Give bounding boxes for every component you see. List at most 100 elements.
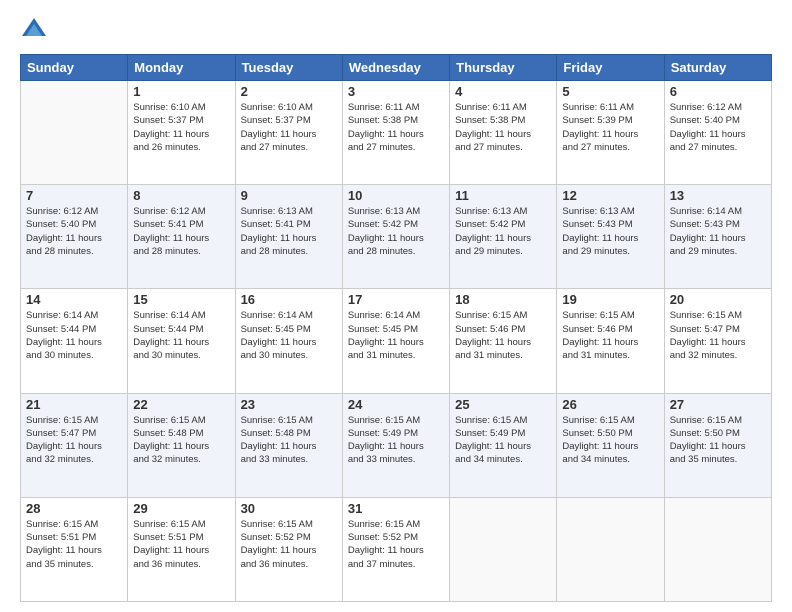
header	[20, 16, 772, 44]
calendar-header-friday: Friday	[557, 55, 664, 81]
day-number: 13	[670, 188, 766, 203]
calendar-cell: 27 Sunrise: 6:15 AM Sunset: 5:50 PM Dayli…	[664, 393, 771, 497]
calendar-header-saturday: Saturday	[664, 55, 771, 81]
calendar-cell: 12 Sunrise: 6:13 AM Sunset: 5:43 PM Dayli…	[557, 185, 664, 289]
calendar-row: 28 Sunrise: 6:15 AM Sunset: 5:51 PM Dayli…	[21, 497, 772, 601]
calendar-header-sunday: Sunday	[21, 55, 128, 81]
day-info: Sunrise: 6:15 AM Sunset: 5:49 PM Dayligh…	[348, 414, 444, 467]
calendar-cell	[664, 497, 771, 601]
day-info: Sunrise: 6:14 AM Sunset: 5:45 PM Dayligh…	[241, 309, 337, 362]
day-number: 25	[455, 397, 551, 412]
day-info: Sunrise: 6:15 AM Sunset: 5:48 PM Dayligh…	[133, 414, 229, 467]
day-info: Sunrise: 6:15 AM Sunset: 5:51 PM Dayligh…	[26, 518, 122, 571]
day-info: Sunrise: 6:15 AM Sunset: 5:46 PM Dayligh…	[455, 309, 551, 362]
day-info: Sunrise: 6:15 AM Sunset: 5:50 PM Dayligh…	[562, 414, 658, 467]
day-number: 9	[241, 188, 337, 203]
calendar-cell: 9 Sunrise: 6:13 AM Sunset: 5:41 PM Daylig…	[235, 185, 342, 289]
day-number: 2	[241, 84, 337, 99]
day-info: Sunrise: 6:12 AM Sunset: 5:41 PM Dayligh…	[133, 205, 229, 258]
calendar-cell: 29 Sunrise: 6:15 AM Sunset: 5:51 PM Dayli…	[128, 497, 235, 601]
calendar-cell: 11Sunrise: 6:13 AM Sunset: 5:42 PM Dayli…	[450, 185, 557, 289]
page: SundayMondayTuesdayWednesdayThursdayFrid…	[0, 0, 792, 612]
day-number: 15	[133, 292, 229, 307]
day-info: Sunrise: 6:11 AM Sunset: 5:38 PM Dayligh…	[455, 101, 551, 154]
day-number: 31	[348, 501, 444, 516]
day-info: Sunrise: 6:14 AM Sunset: 5:45 PM Dayligh…	[348, 309, 444, 362]
logo	[20, 16, 52, 44]
day-info: Sunrise: 6:15 AM Sunset: 5:47 PM Dayligh…	[670, 309, 766, 362]
day-number: 3	[348, 84, 444, 99]
calendar-cell: 7 Sunrise: 6:12 AM Sunset: 5:40 PM Daylig…	[21, 185, 128, 289]
day-info: Sunrise: 6:13 AM Sunset: 5:43 PM Dayligh…	[562, 205, 658, 258]
calendar-cell: 8 Sunrise: 6:12 AM Sunset: 5:41 PM Daylig…	[128, 185, 235, 289]
day-number: 7	[26, 188, 122, 203]
calendar-row: 1 Sunrise: 6:10 AM Sunset: 5:37 PM Daylig…	[21, 81, 772, 185]
calendar-cell: 20 Sunrise: 6:15 AM Sunset: 5:47 PM Dayli…	[664, 289, 771, 393]
calendar-cell: 23Sunrise: 6:15 AM Sunset: 5:48 PM Dayli…	[235, 393, 342, 497]
calendar-cell: 30 Sunrise: 6:15 AM Sunset: 5:52 PM Dayli…	[235, 497, 342, 601]
calendar-cell: 28 Sunrise: 6:15 AM Sunset: 5:51 PM Dayli…	[21, 497, 128, 601]
calendar-row: 14 Sunrise: 6:14 AM Sunset: 5:44 PM Dayli…	[21, 289, 772, 393]
calendar-cell: 14 Sunrise: 6:14 AM Sunset: 5:44 PM Dayli…	[21, 289, 128, 393]
calendar-header-tuesday: Tuesday	[235, 55, 342, 81]
day-number: 28	[26, 501, 122, 516]
calendar-cell: 24 Sunrise: 6:15 AM Sunset: 5:49 PM Dayli…	[342, 393, 449, 497]
calendar-cell	[21, 81, 128, 185]
day-number: 18	[455, 292, 551, 307]
day-number: 22	[133, 397, 229, 412]
calendar-cell: 15Sunrise: 6:14 AM Sunset: 5:44 PM Dayli…	[128, 289, 235, 393]
day-number: 27	[670, 397, 766, 412]
calendar-cell: 13 Sunrise: 6:14 AM Sunset: 5:43 PM Dayli…	[664, 185, 771, 289]
day-number: 24	[348, 397, 444, 412]
day-info: Sunrise: 6:15 AM Sunset: 5:50 PM Dayligh…	[670, 414, 766, 467]
calendar-cell: 4 Sunrise: 6:11 AM Sunset: 5:38 PM Daylig…	[450, 81, 557, 185]
calendar-cell: 21Sunrise: 6:15 AM Sunset: 5:47 PM Dayli…	[21, 393, 128, 497]
day-info: Sunrise: 6:14 AM Sunset: 5:43 PM Dayligh…	[670, 205, 766, 258]
day-info: Sunrise: 6:13 AM Sunset: 5:41 PM Dayligh…	[241, 205, 337, 258]
day-info: Sunrise: 6:12 AM Sunset: 5:40 PM Dayligh…	[26, 205, 122, 258]
day-info: Sunrise: 6:12 AM Sunset: 5:40 PM Dayligh…	[670, 101, 766, 154]
calendar-header-wednesday: Wednesday	[342, 55, 449, 81]
day-info: Sunrise: 6:11 AM Sunset: 5:39 PM Dayligh…	[562, 101, 658, 154]
calendar-cell	[557, 497, 664, 601]
calendar-header-row: SundayMondayTuesdayWednesdayThursdayFrid…	[21, 55, 772, 81]
day-number: 4	[455, 84, 551, 99]
calendar-header-thursday: Thursday	[450, 55, 557, 81]
day-number: 23	[241, 397, 337, 412]
day-info: Sunrise: 6:15 AM Sunset: 5:46 PM Dayligh…	[562, 309, 658, 362]
day-number: 12	[562, 188, 658, 203]
calendar-cell: 16 Sunrise: 6:14 AM Sunset: 5:45 PM Dayli…	[235, 289, 342, 393]
calendar-table: SundayMondayTuesdayWednesdayThursdayFrid…	[20, 54, 772, 602]
calendar-cell: 18 Sunrise: 6:15 AM Sunset: 5:46 PM Dayli…	[450, 289, 557, 393]
calendar-cell: 3Sunrise: 6:11 AM Sunset: 5:38 PM Daylig…	[342, 81, 449, 185]
calendar-row: 7 Sunrise: 6:12 AM Sunset: 5:40 PM Daylig…	[21, 185, 772, 289]
day-info: Sunrise: 6:14 AM Sunset: 5:44 PM Dayligh…	[26, 309, 122, 362]
calendar-cell: 6 Sunrise: 6:12 AM Sunset: 5:40 PM Daylig…	[664, 81, 771, 185]
day-number: 8	[133, 188, 229, 203]
day-info: Sunrise: 6:10 AM Sunset: 5:37 PM Dayligh…	[133, 101, 229, 154]
calendar-cell: 5 Sunrise: 6:11 AM Sunset: 5:39 PM Daylig…	[557, 81, 664, 185]
day-info: Sunrise: 6:15 AM Sunset: 5:52 PM Dayligh…	[241, 518, 337, 571]
day-number: 16	[241, 292, 337, 307]
calendar-cell: 25 Sunrise: 6:15 AM Sunset: 5:49 PM Dayli…	[450, 393, 557, 497]
day-info: Sunrise: 6:15 AM Sunset: 5:52 PM Dayligh…	[348, 518, 444, 571]
day-number: 29	[133, 501, 229, 516]
day-number: 14	[26, 292, 122, 307]
day-info: Sunrise: 6:10 AM Sunset: 5:37 PM Dayligh…	[241, 101, 337, 154]
day-info: Sunrise: 6:15 AM Sunset: 5:49 PM Dayligh…	[455, 414, 551, 467]
day-number: 20	[670, 292, 766, 307]
day-number: 19	[562, 292, 658, 307]
calendar-cell: 19 Sunrise: 6:15 AM Sunset: 5:46 PM Dayli…	[557, 289, 664, 393]
calendar-cell	[450, 497, 557, 601]
day-number: 21	[26, 397, 122, 412]
logo-icon	[20, 16, 48, 44]
day-number: 6	[670, 84, 766, 99]
calendar-cell: 22 Sunrise: 6:15 AM Sunset: 5:48 PM Dayli…	[128, 393, 235, 497]
day-info: Sunrise: 6:13 AM Sunset: 5:42 PM Dayligh…	[455, 205, 551, 258]
day-number: 30	[241, 501, 337, 516]
day-number: 5	[562, 84, 658, 99]
calendar-cell: 1 Sunrise: 6:10 AM Sunset: 5:37 PM Daylig…	[128, 81, 235, 185]
day-number: 26	[562, 397, 658, 412]
day-info: Sunrise: 6:15 AM Sunset: 5:51 PM Dayligh…	[133, 518, 229, 571]
day-number: 1	[133, 84, 229, 99]
